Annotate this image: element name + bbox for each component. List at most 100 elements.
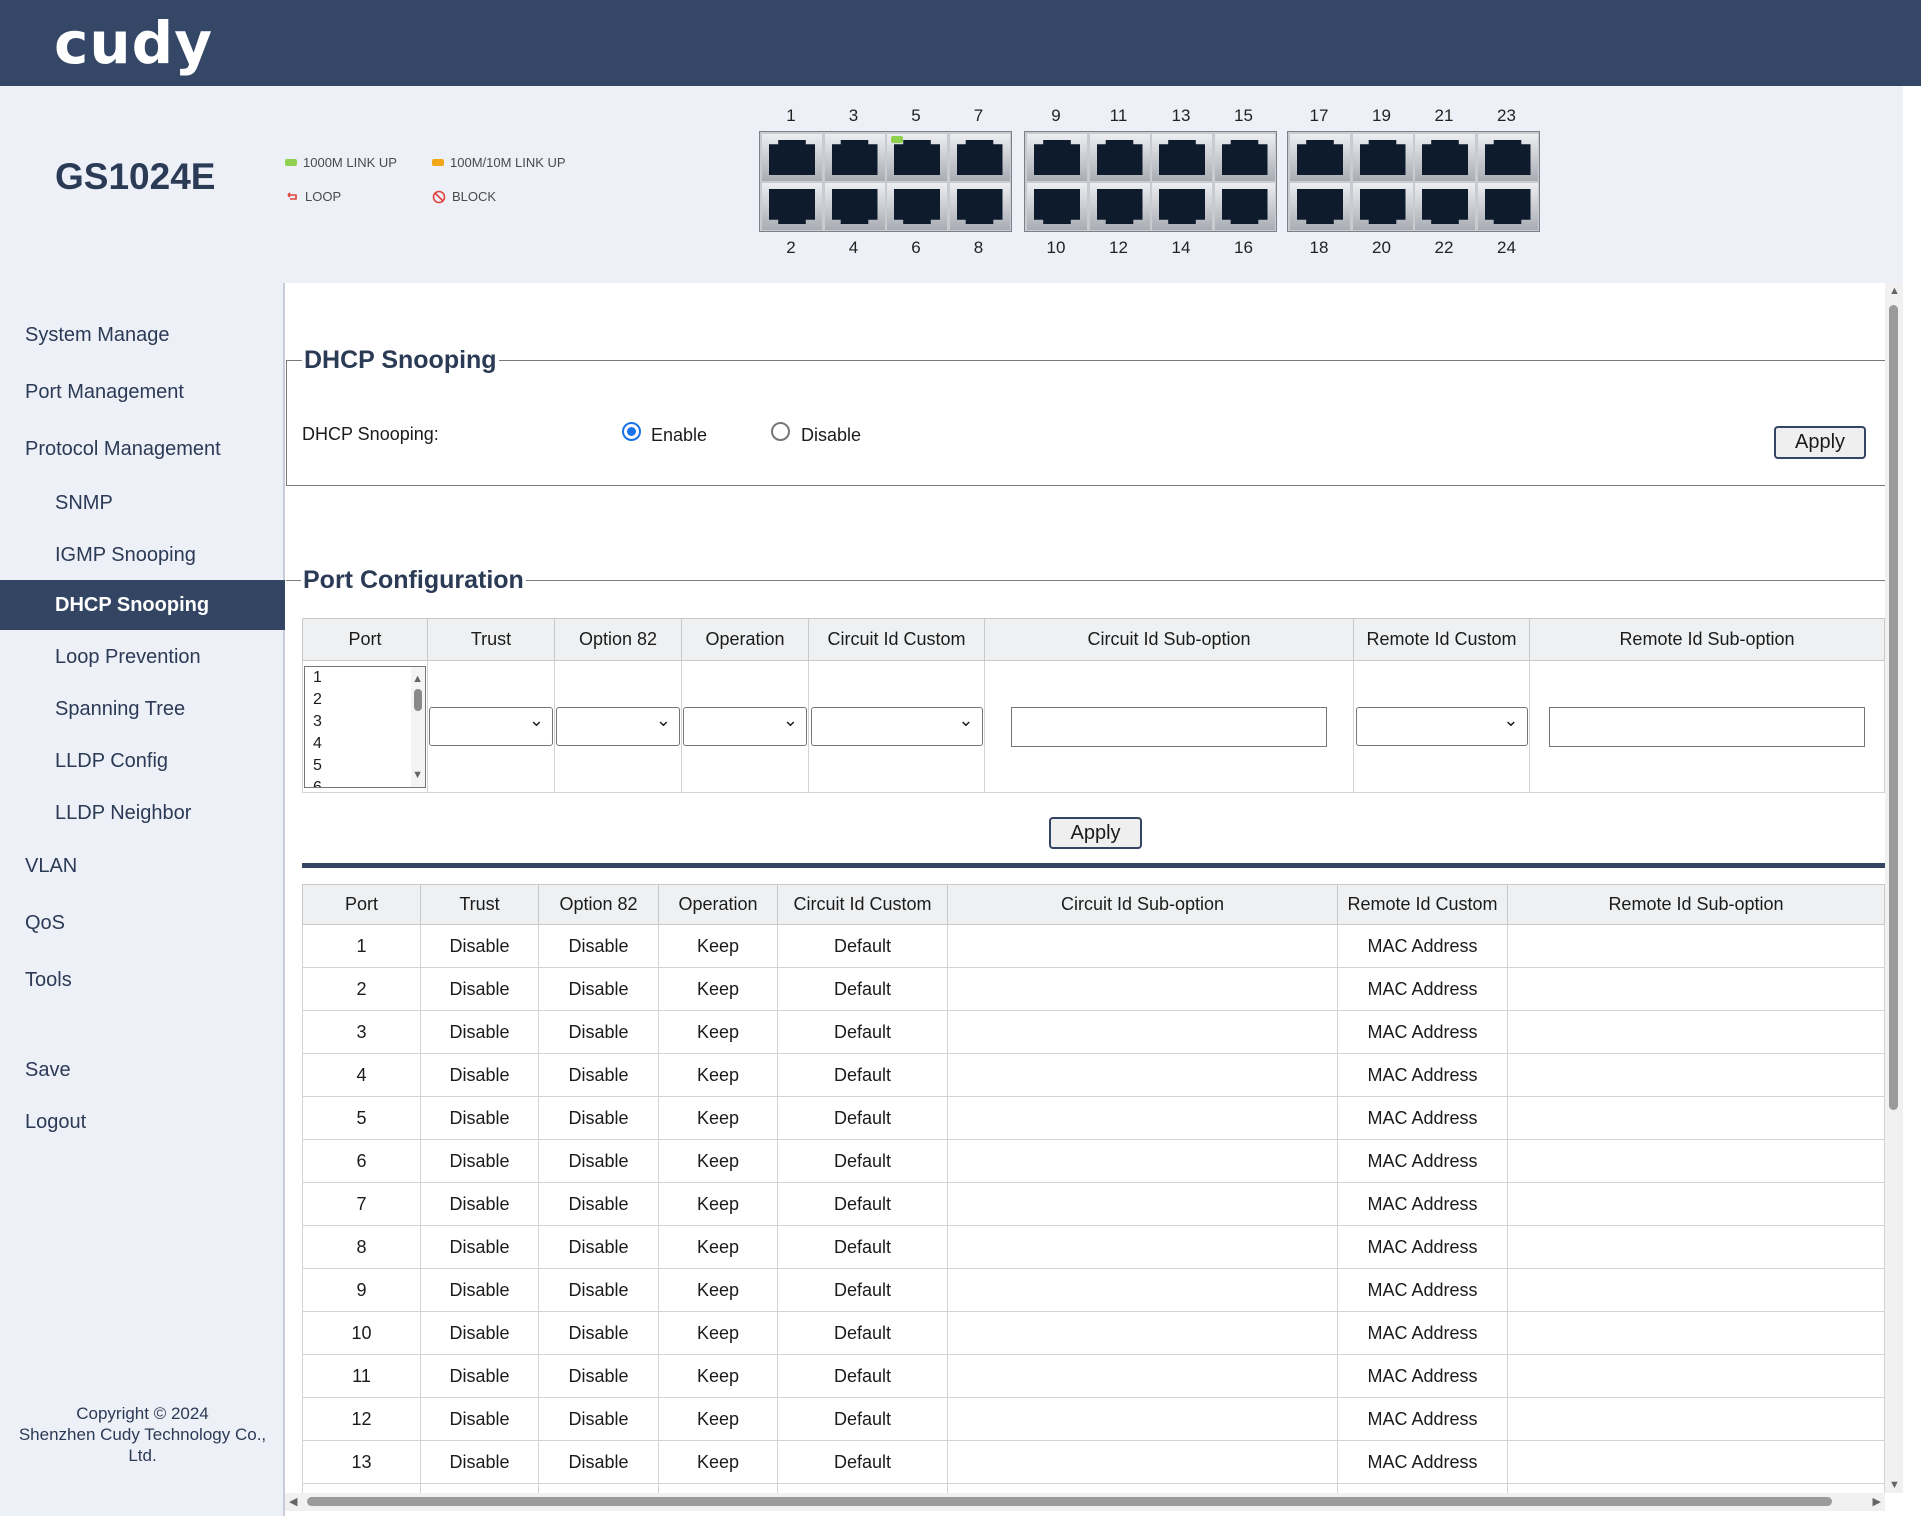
ethernet-port-icon[interactable]: [949, 134, 1010, 181]
port-number-bottom: 22: [1434, 238, 1454, 257]
table-row: 13 Disable Disable Keep Default MAC Address: [302, 1440, 1885, 1484]
vertical-scrollbar[interactable]: ▲ ▼: [1885, 283, 1903, 1493]
ethernet-port-icon[interactable]: [1152, 134, 1212, 181]
port-number-bottom: 6: [911, 238, 921, 257]
ethernet-port-icon[interactable]: [824, 134, 885, 181]
table-cell: 1: [302, 924, 421, 968]
vertical-scroll-thumb[interactable]: [1889, 305, 1898, 1110]
port-config-apply-button[interactable]: Apply: [1049, 817, 1142, 849]
table-cell: Keep: [658, 924, 778, 968]
operation-select[interactable]: [683, 707, 807, 746]
link-up-led-icon: [890, 136, 903, 143]
ethernet-port-icon[interactable]: [1089, 134, 1150, 181]
column-header: Circuit Id Sub-option: [984, 618, 1354, 661]
option82-select[interactable]: [556, 707, 680, 746]
port-option[interactable]: 2: [309, 689, 425, 711]
listbox-scrollbar[interactable]: ▲ ▼: [411, 666, 425, 787]
sidebar-item-spanning-tree[interactable]: Spanning Tree: [0, 684, 285, 734]
sidebar-item-qos[interactable]: QoS: [0, 898, 285, 948]
sidebar-item-lldp-neighbor[interactable]: LLDP Neighbor: [0, 788, 285, 838]
sidebar-item-vlan[interactable]: VLAN: [0, 841, 285, 891]
table-cell: [947, 1311, 1338, 1355]
table-cell: [1507, 1225, 1885, 1269]
scroll-left-icon[interactable]: ◀: [289, 1495, 297, 1508]
ethernet-port-icon[interactable]: [1415, 183, 1475, 230]
sidebar-item-system-manage[interactable]: System Manage: [0, 310, 285, 360]
table-cell: 13: [302, 1440, 421, 1484]
table-cell: Keep: [658, 1311, 778, 1355]
table-cell: [1507, 1268, 1885, 1312]
port-socket: [1422, 189, 1468, 224]
legend-1000m: 1000M LINK UP: [285, 155, 397, 170]
ethernet-port-icon[interactable]: [824, 183, 885, 230]
remote-id-custom-select[interactable]: [1355, 707, 1528, 746]
circuit-id-suboption-input[interactable]: [1011, 706, 1327, 747]
horizontal-scroll-thumb[interactable]: [307, 1497, 1832, 1506]
listbox-scroll-thumb[interactable]: [414, 688, 422, 711]
port-socket: [956, 189, 1003, 224]
column-header: Option 82: [554, 618, 682, 661]
table-cell: [1507, 1139, 1885, 1183]
ethernet-port-icon[interactable]: [1290, 183, 1350, 230]
trust-select[interactable]: [429, 707, 553, 746]
ethernet-port-icon[interactable]: [1027, 134, 1087, 181]
circuit-id-custom-select[interactable]: [810, 707, 983, 746]
enable-radio[interactable]: [622, 422, 641, 441]
table-cell: Disable: [538, 967, 659, 1011]
port-select-cell: 123456 ▲ ▼: [302, 660, 428, 793]
ethernet-port-icon[interactable]: [1089, 183, 1150, 230]
ethernet-port-icon[interactable]: [1352, 134, 1413, 181]
sidebar-item-loop-prevention[interactable]: Loop Prevention: [0, 632, 285, 682]
ethernet-port-icon[interactable]: [1290, 134, 1350, 181]
port-number-bottom: 18: [1309, 238, 1329, 257]
remote-id-suboption-input[interactable]: [1549, 706, 1865, 747]
dhcp-apply-button[interactable]: Apply: [1774, 426, 1866, 459]
sidebar-item-lldp-config[interactable]: LLDP Config: [0, 736, 285, 786]
port-number-top: 19: [1372, 106, 1391, 125]
port-socket: [769, 140, 815, 175]
ethernet-port-icon[interactable]: [762, 134, 822, 181]
port-option[interactable]: 4: [309, 733, 425, 755]
ethernet-port-icon[interactable]: [1352, 183, 1413, 230]
scroll-down-icon[interactable]: ▼: [1889, 1479, 1900, 1491]
ethernet-port-icon[interactable]: [1477, 183, 1538, 230]
scroll-down-icon[interactable]: ▼: [412, 764, 423, 786]
ethernet-port-icon[interactable]: [1152, 183, 1212, 230]
horizontal-scrollbar[interactable]: ◀ ▶: [285, 1493, 1885, 1511]
table-cell: Default: [777, 1268, 948, 1312]
table-cell: [1507, 967, 1885, 1011]
sidebar-item-tools[interactable]: Tools: [0, 955, 285, 1005]
disable-radio[interactable]: [771, 422, 790, 441]
sidebar-item-protocol-management[interactable]: Protocol Management: [0, 424, 285, 474]
port-socket: [769, 189, 815, 224]
port-option[interactable]: 1: [309, 667, 425, 689]
table-cell: MAC Address: [1337, 1182, 1508, 1226]
ethernet-port-icon[interactable]: [949, 183, 1010, 230]
sidebar-item-port-management[interactable]: Port Management: [0, 367, 285, 417]
port-option[interactable]: 5: [309, 755, 425, 777]
port-option[interactable]: 6: [309, 777, 425, 787]
scroll-up-icon[interactable]: ▲: [1889, 285, 1900, 297]
table-cell: [1507, 1010, 1885, 1054]
sidebar-item-save[interactable]: Save: [0, 1045, 285, 1095]
ethernet-port-icon[interactable]: [887, 183, 947, 230]
port-number-bottom: 16: [1234, 238, 1253, 257]
port-socket: [956, 140, 1003, 175]
port-listbox[interactable]: 123456 ▲ ▼: [304, 665, 426, 788]
scroll-right-icon[interactable]: ▶: [1873, 1495, 1881, 1508]
ethernet-port-icon[interactable]: [1214, 134, 1275, 181]
port-config-table: Port Trust Option 82 Operation Circuit Id Cu…: [302, 618, 1885, 793]
table-row: 1 Disable Disable Keep Default MAC Address: [302, 924, 1885, 968]
sidebar-item-logout[interactable]: Logout: [0, 1097, 285, 1147]
ethernet-port-icon[interactable]: [1214, 183, 1275, 230]
port-option[interactable]: 3: [309, 711, 425, 733]
sidebar-item-igmp-snooping[interactable]: IGMP Snooping: [0, 530, 285, 580]
ethernet-port-icon[interactable]: [1415, 134, 1475, 181]
table-cell: Disable: [538, 924, 659, 968]
sidebar-item-snmp[interactable]: SNMP: [0, 478, 285, 528]
ethernet-port-icon[interactable]: [1027, 183, 1087, 230]
ethernet-port-icon[interactable]: [762, 183, 822, 230]
ethernet-port-icon[interactable]: [1477, 134, 1538, 181]
scroll-up-icon[interactable]: ▲: [412, 668, 423, 690]
sidebar-item-dhcp-snooping[interactable]: DHCP Snooping: [0, 580, 285, 630]
